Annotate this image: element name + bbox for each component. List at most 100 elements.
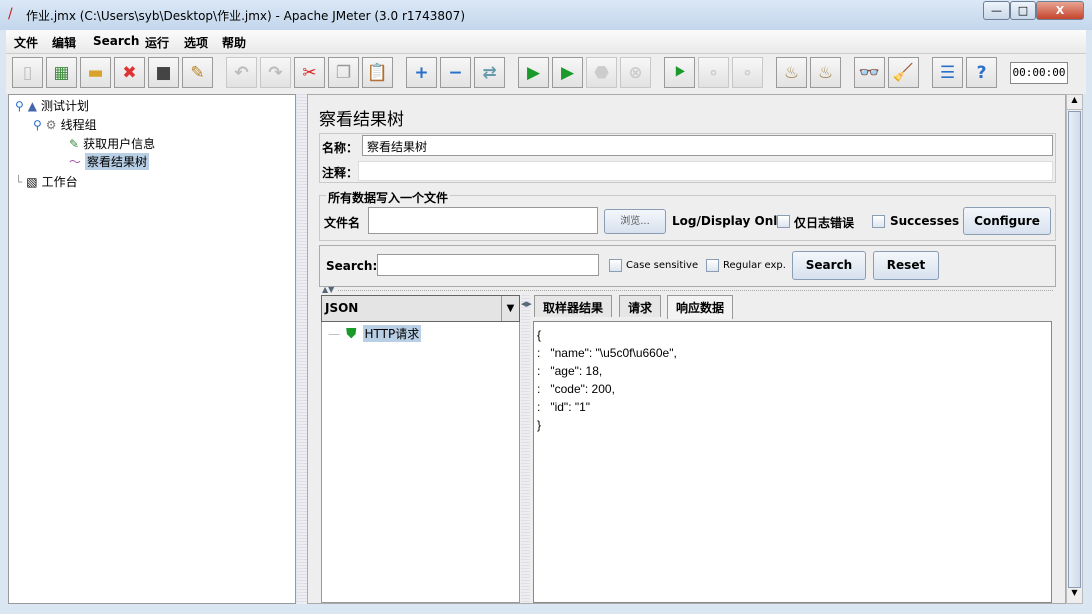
copy-button[interactable]: ❐	[328, 57, 359, 88]
tree-item-thread-group[interactable]: ⚲ ⚙ 线程组	[33, 116, 97, 133]
successes-checkbox[interactable]	[872, 215, 885, 228]
shutdown-button[interactable]: ⊗	[620, 57, 651, 88]
search-input[interactable]	[377, 254, 599, 276]
remote-start-button[interactable]: ⯈	[664, 57, 695, 88]
title-bar: / 作业.jmx (C:\Users\syb\Desktop\作业.jmx) -…	[0, 0, 1092, 30]
tree-item-test-plan[interactable]: ⚲ ▲ 测试计划	[15, 97, 89, 114]
log-display-label: Log/Display Only:	[672, 214, 790, 228]
tab-sampler-result[interactable]: 取样器结果	[534, 295, 613, 317]
stop-button[interactable]: ⬣	[586, 57, 617, 88]
tree-expander-icon[interactable]: ⚲	[33, 118, 42, 132]
paste-icon: 📋	[366, 62, 389, 83]
templates-button[interactable]: ▦	[46, 57, 77, 88]
function-helper-icon: ☰	[939, 62, 956, 83]
clear-all-icon: ♨	[817, 62, 834, 83]
thread-group-gear-icon: ⚙	[45, 117, 57, 132]
test-plan-icon: ▲	[27, 98, 38, 113]
undo-button[interactable]: ↶	[226, 57, 257, 88]
start-icon: ▶	[526, 62, 541, 83]
configure-button[interactable]: Configure	[963, 207, 1051, 235]
scroll-thumb[interactable]	[1068, 111, 1081, 588]
filename-label: 文件名	[324, 216, 361, 230]
response-line: }	[537, 418, 542, 432]
window-bottom-border	[0, 604, 1092, 614]
collapse-button[interactable]: −	[440, 57, 471, 88]
clear-button[interactable]: ♨	[776, 57, 807, 88]
redo-button[interactable]: ↷	[260, 57, 291, 88]
function-helper-button[interactable]: ☰	[932, 57, 963, 88]
stop-icon: ⬣	[594, 62, 609, 83]
collapse-icon: −	[448, 62, 463, 83]
close-button[interactable]: X	[1036, 1, 1084, 20]
start-no-pauses-button[interactable]: ▶	[552, 57, 583, 88]
undo-icon: ↶	[234, 62, 249, 83]
scroll-up-icon[interactable]: ▲	[1067, 95, 1082, 110]
tab-response-data[interactable]: 响应数据	[667, 295, 734, 319]
close-file-button[interactable]: ✖	[114, 57, 145, 88]
menu-search[interactable]: Search	[93, 34, 139, 48]
save-button[interactable]: ■	[148, 57, 179, 88]
comment-input[interactable]	[358, 161, 1053, 181]
open-button[interactable]: ▬	[80, 57, 111, 88]
new-button[interactable]: ▯	[12, 57, 43, 88]
result-splitter[interactable]: ◀▶	[521, 295, 532, 603]
response-data-text[interactable]: {: "name": "\u5c0f\u660e",: "age": 18,: …	[533, 321, 1052, 603]
name-input[interactable]: 察看结果树	[362, 135, 1053, 156]
start-button[interactable]: ▶	[518, 57, 549, 88]
toggle-button[interactable]: ⇄	[474, 57, 505, 88]
renderer-select[interactable]: JSON ▼	[321, 295, 520, 322]
tree-expander-icon[interactable]: ⚲	[15, 99, 24, 113]
reset-button[interactable]: Reset	[873, 251, 939, 280]
maximize-button[interactable]: □	[1010, 1, 1036, 20]
tree-item-view-results-tree[interactable]: 〜察看结果树	[69, 153, 150, 170]
scroll-down-icon[interactable]: ▼	[1067, 588, 1082, 603]
menu-run[interactable]: 运行	[145, 34, 169, 51]
browse-button[interactable]: 浏览...	[604, 209, 666, 234]
tree-item-workbench[interactable]: └ ▧ 工作台	[15, 173, 78, 190]
vertical-scrollbar[interactable]: ▲ ▼	[1066, 94, 1083, 604]
result-item[interactable]: — ⛊ HTTP请求	[328, 325, 422, 342]
search-binoculars-button[interactable]: 👓	[854, 57, 885, 88]
search-binoculars-icon: 👓	[858, 62, 881, 83]
response-line: : "code": 200,	[537, 382, 615, 396]
errors-only-checkbox[interactable]	[777, 215, 790, 228]
clear-all-button[interactable]: ♨	[810, 57, 841, 88]
menu-help[interactable]: 帮助	[222, 34, 246, 51]
remote-shutdown-button[interactable]: ∘	[732, 57, 763, 88]
toggle-icon: ⇄	[482, 62, 497, 83]
filename-input[interactable]	[368, 207, 598, 234]
workbench-icon: ▧	[26, 174, 38, 189]
name-label: 名称：	[322, 141, 359, 155]
start-no-pauses-icon: ▶	[560, 62, 575, 83]
redo-icon: ↷	[268, 62, 283, 83]
cut-icon: ✂	[302, 62, 317, 83]
elapsed-timer: 00:00:00	[1010, 62, 1068, 84]
expand-button[interactable]: +	[406, 57, 437, 88]
http-sampler-pipette-icon: ✎	[69, 136, 80, 151]
response-line: {	[537, 328, 542, 342]
minimize-button[interactable]: —	[983, 1, 1010, 20]
window-title: 作业.jmx (C:\Users\syb\Desktop\作业.jmx) - A…	[26, 9, 466, 23]
case-sensitive-checkbox[interactable]	[609, 259, 622, 272]
paste-button[interactable]: 📋	[362, 57, 393, 88]
remote-stop-icon: ∘	[708, 62, 719, 83]
remote-stop-button[interactable]: ∘	[698, 57, 729, 88]
close-file-icon: ✖	[122, 62, 137, 83]
menu-edit[interactable]: 编辑	[52, 34, 76, 51]
regex-checkbox[interactable]	[706, 259, 719, 272]
help-button[interactable]: ?	[966, 57, 997, 88]
search-button[interactable]: Search	[792, 251, 866, 280]
tree-item-sampler[interactable]: ✎ 获取用户信息	[69, 135, 155, 152]
chevron-down-icon[interactable]: ▼	[501, 296, 519, 321]
split-arrows-icon[interactable]: ▲▼	[322, 285, 334, 294]
tab-request[interactable]: 请求	[619, 295, 662, 317]
case-sensitive-label: Case sensitive	[626, 260, 699, 271]
menu-file[interactable]: 文件	[14, 34, 38, 51]
regex-label: Regular exp.	[723, 260, 786, 271]
cut-button[interactable]: ✂	[294, 57, 325, 88]
save-as-button[interactable]: ✎	[182, 57, 213, 88]
menu-options[interactable]: 选项	[184, 34, 208, 51]
errors-only-label: 仅日志错误	[794, 216, 855, 230]
reset-search-broom-button[interactable]: 🧹	[888, 57, 919, 88]
panel-splitter[interactable]	[297, 94, 307, 604]
